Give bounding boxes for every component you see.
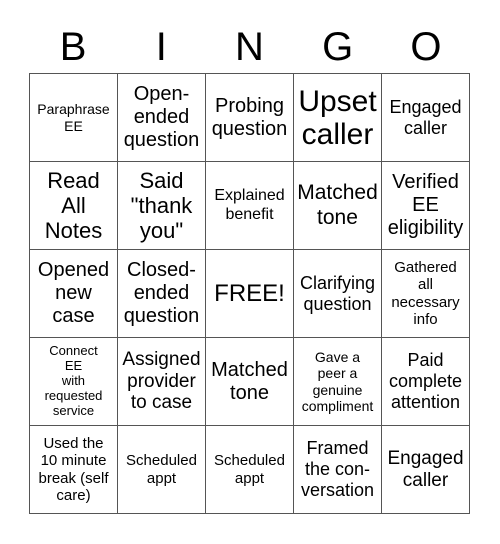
bingo-cell[interactable]: Said "thank you" [118,162,206,250]
bingo-cell[interactable]: Assigned provider to case [118,338,206,426]
bingo-cell[interactable]: Clarifying question [294,250,382,338]
bingo-cell[interactable]: Scheduled appt [118,426,206,514]
bingo-cell[interactable]: Opened new case [30,250,118,338]
bingo-cell[interactable]: Gathered all necessary info [382,250,470,338]
bingo-cell[interactable]: Explained benefit [206,162,294,250]
bingo-board: Paraphrase EE Open- ended question Probi… [29,73,470,514]
header-letter-i: I [155,25,167,69]
header-letter-b: B [59,25,87,69]
bingo-cell[interactable]: Upset caller [294,74,382,162]
bingo-cell[interactable]: Paraphrase EE [30,74,118,162]
free-space[interactable]: FREE! [206,250,294,338]
bingo-cell[interactable]: Gave a peer a genuine compliment [294,338,382,426]
bingo-cell[interactable]: Read All Notes [30,162,118,250]
bingo-cell[interactable]: Used the 10 minute break (self care) [30,426,118,514]
bingo-cell[interactable]: Paid complete attention [382,338,470,426]
bingo-cell[interactable]: Scheduled appt [206,426,294,514]
header-letter-g: G [322,25,354,69]
bingo-cell[interactable]: Matched tone [206,338,294,426]
bingo-cell[interactable]: Engaged caller [382,74,470,162]
bingo-cell[interactable]: Verified EE eligibility [382,162,470,250]
bingo-cell[interactable]: Closed- ended question [118,250,206,338]
bingo-cell[interactable]: Probing question [206,74,294,162]
header-letter-n: N [235,25,264,69]
bingo-cell[interactable]: Connect EE with requested service [30,338,118,426]
bingo-cell[interactable]: Framed the con- versation [294,426,382,514]
bingo-cell[interactable]: Matched tone [294,162,382,250]
bingo-cell[interactable]: Engaged caller [382,426,470,514]
bingo-header: B I N G O [29,22,470,72]
header-letter-o: O [410,25,442,69]
bingo-cell[interactable]: Open- ended question [118,74,206,162]
